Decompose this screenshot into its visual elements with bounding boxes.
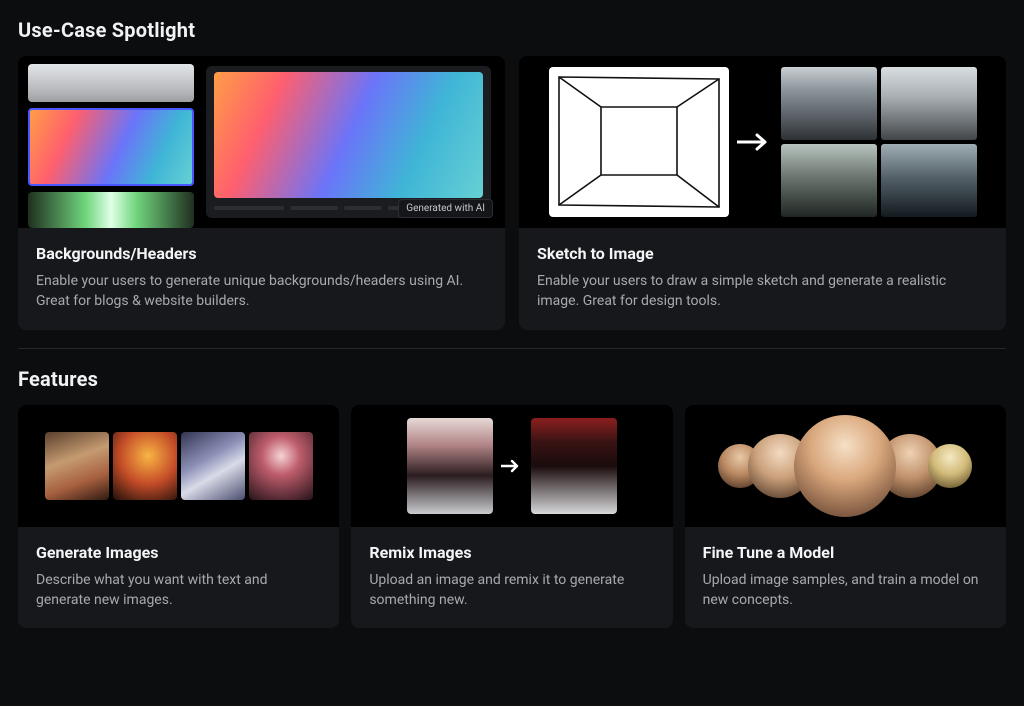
card-title: Remix Images — [369, 543, 654, 562]
hero-sketch-to-image — [519, 56, 1006, 228]
card-backgrounds-headers[interactable]: Generated with AI Backgrounds/Headers En… — [18, 56, 505, 330]
hero-generate-images — [18, 405, 339, 527]
sample-face-4 — [928, 444, 972, 488]
card-description: Upload image samples, and train a model … — [703, 570, 988, 611]
hero-fine-tune-model — [685, 405, 1006, 527]
spotlight-row: Generated with AI Backgrounds/Headers En… — [18, 56, 1006, 330]
sample-image-1 — [45, 432, 109, 500]
card-title: Fine Tune a Model — [703, 543, 988, 562]
thumbnail-preset-3 — [28, 192, 194, 228]
sample-image-2 — [113, 432, 177, 500]
generated-background-preview — [214, 72, 483, 198]
card-description: Enable your users to draw a simple sketc… — [537, 271, 988, 312]
card-fine-tune-model[interactable]: Fine Tune a Model Upload image samples, … — [685, 405, 1006, 629]
output-variant-4 — [881, 144, 977, 217]
card-title: Backgrounds/Headers — [36, 244, 487, 263]
sample-image-3 — [181, 432, 245, 500]
output-variant-1 — [781, 67, 877, 140]
card-description: Describe what you want with text and gen… — [36, 570, 321, 611]
card-description: Enable your users to generate unique bac… — [36, 271, 487, 312]
section-title-features: Features — [18, 367, 1006, 391]
section-divider — [18, 348, 1006, 349]
output-variant-3 — [781, 144, 877, 217]
remix-result-image — [531, 418, 617, 514]
sketch-output-grid — [781, 67, 977, 217]
arrow-right-icon — [737, 126, 773, 159]
thumbnail-preset-1 — [28, 64, 194, 102]
card-remix-images[interactable]: Remix Images Upload an image and remix i… — [351, 405, 672, 629]
output-variant-2 — [881, 67, 977, 140]
card-title: Sketch to Image — [537, 244, 988, 263]
card-title: Generate Images — [36, 543, 321, 562]
sketch-input-preview — [549, 67, 729, 217]
card-description: Upload an image and remix it to generate… — [369, 570, 654, 611]
card-generate-images[interactable]: Generate Images Describe what you want w… — [18, 405, 339, 629]
sample-face-main — [794, 415, 896, 517]
generated-with-ai-badge: Generated with AI — [398, 199, 493, 218]
features-row: Generate Images Describe what you want w… — [18, 405, 1006, 629]
hero-backgrounds-headers: Generated with AI — [18, 56, 505, 228]
remix-source-image — [407, 418, 493, 514]
section-title-spotlight: Use-Case Spotlight — [18, 18, 1006, 42]
sample-image-4 — [249, 432, 313, 500]
card-sketch-to-image[interactable]: Sketch to Image Enable your users to dra… — [519, 56, 1006, 330]
hero-remix-images — [351, 405, 672, 527]
thumbnail-preset-selected — [28, 108, 194, 186]
arrow-right-icon — [501, 454, 523, 478]
